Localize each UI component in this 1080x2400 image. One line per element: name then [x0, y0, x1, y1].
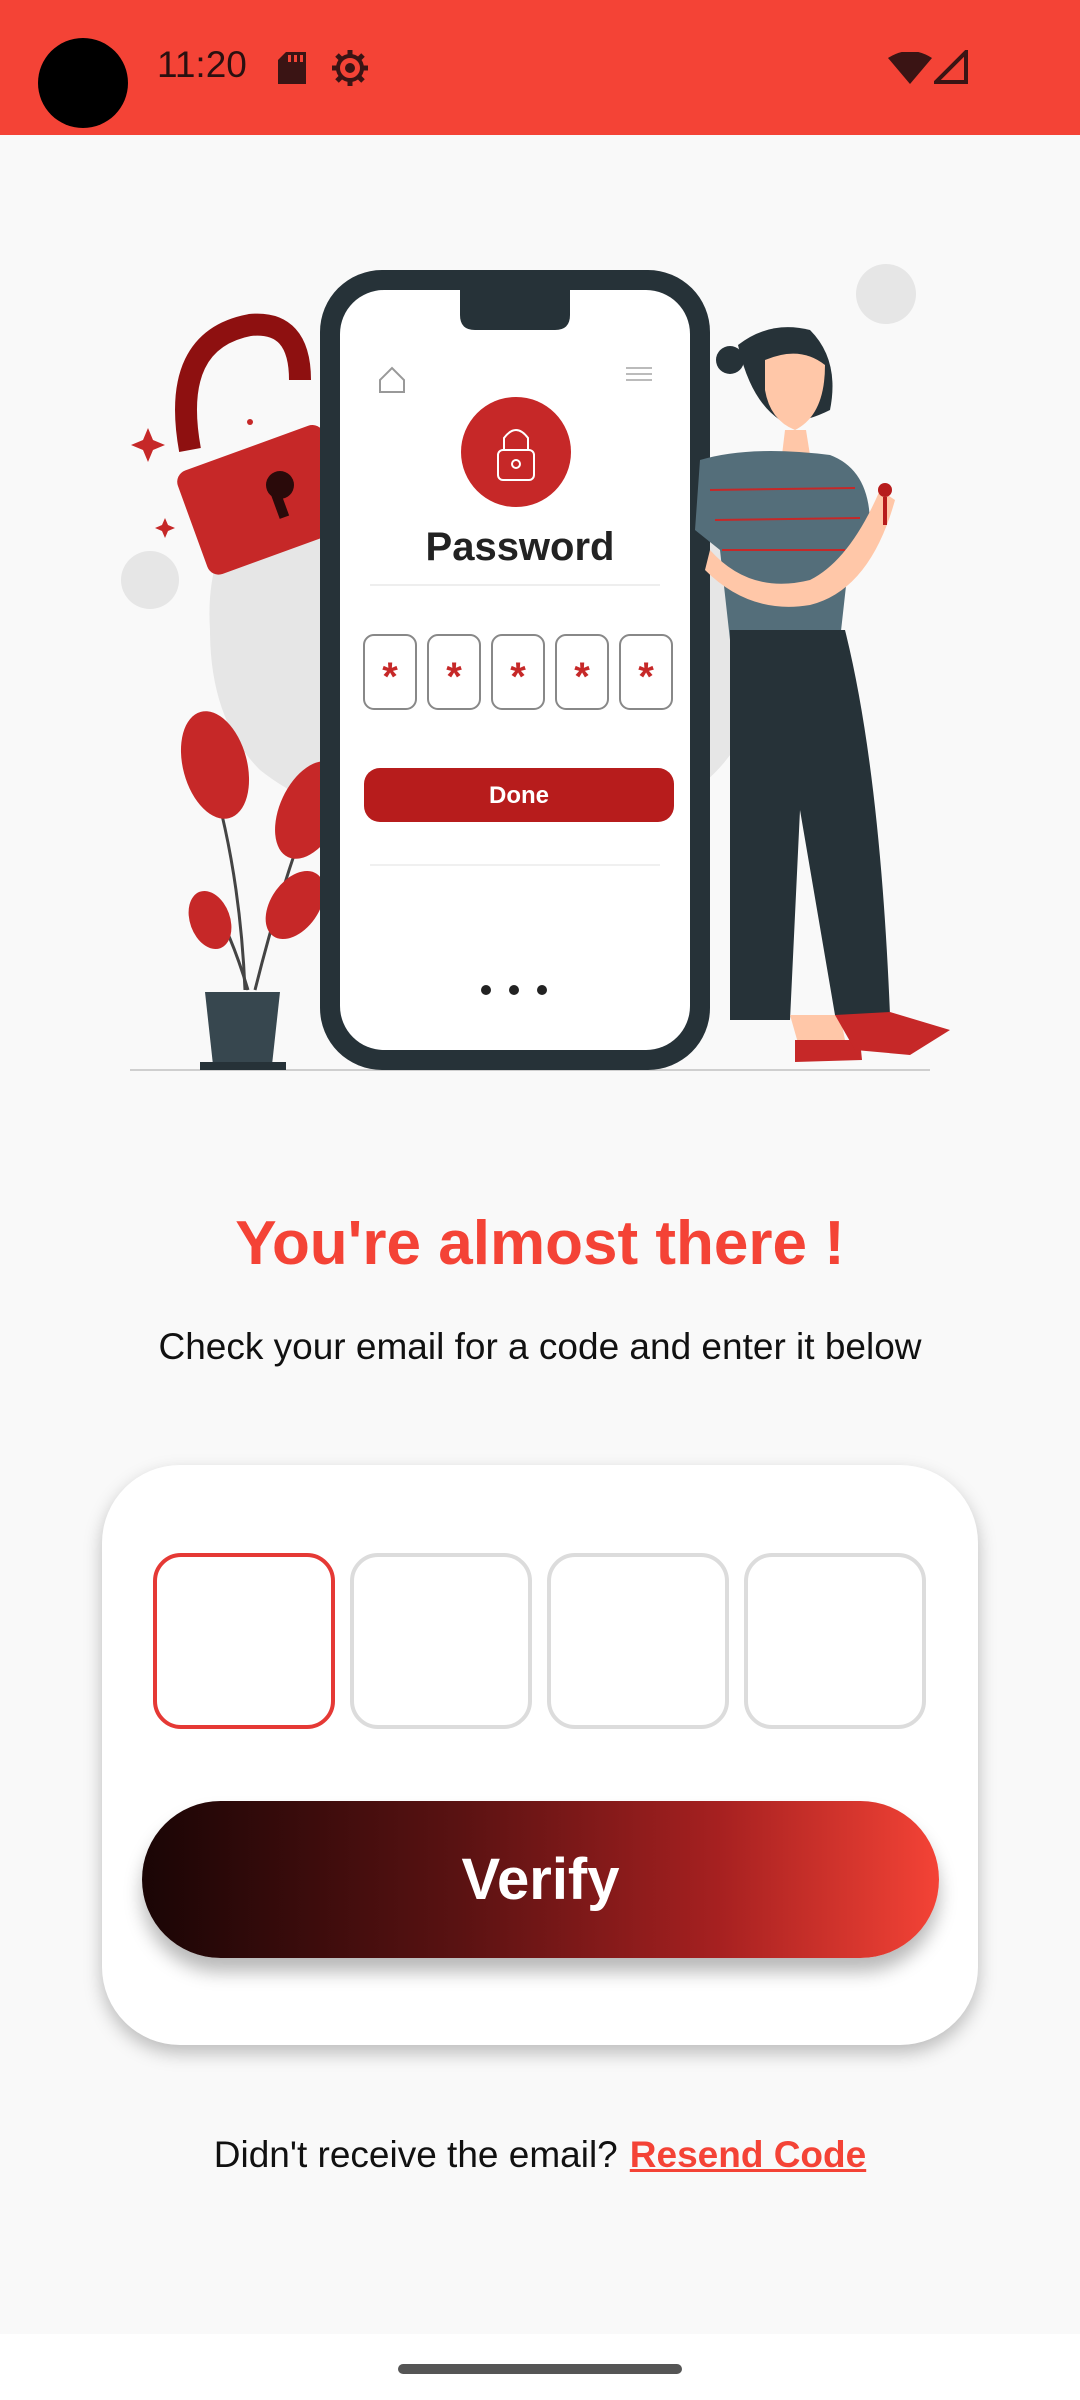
phone-mockup: Password * * * * * Done — [320, 270, 710, 1070]
svg-text:*: * — [510, 655, 526, 699]
illustration-password-title: Password — [426, 525, 615, 569]
code-input-1[interactable] — [153, 1553, 335, 1729]
resend-row: Didn't receive the email? Resend Code — [0, 2134, 1080, 2176]
page-subtitle: Check your email for a code and enter it… — [158, 1326, 922, 1367]
svg-text:*: * — [446, 655, 462, 699]
home-gesture-handle[interactable] — [398, 2364, 682, 2374]
illustration-done-label: Done — [489, 782, 549, 809]
code-input-4[interactable] — [744, 1553, 926, 1729]
verify-button[interactable]: Verify — [142, 1801, 939, 1958]
resend-code-link[interactable]: Resend Code — [630, 2134, 866, 2175]
svg-text:*: * — [382, 655, 398, 699]
status-bar: 11:20 — [0, 0, 1080, 135]
signal-icon — [934, 50, 968, 84]
code-input-2[interactable] — [350, 1553, 532, 1729]
woman-figure — [695, 327, 950, 1062]
navigation-bar — [0, 2334, 1080, 2400]
verification-card: Verify — [102, 1465, 978, 2045]
wifi-icon — [888, 52, 932, 84]
status-time: 11:20 — [157, 44, 247, 85]
code-input-3[interactable] — [547, 1553, 729, 1729]
illustration-pin-boxes: * * * * * — [363, 634, 673, 710]
svg-text:*: * — [638, 655, 654, 699]
svg-text:*: * — [574, 655, 590, 699]
sd-card-icon — [278, 52, 306, 84]
page-headline: You're almost there ! — [235, 1209, 845, 1278]
camera-cutout — [38, 38, 128, 128]
password-illustration: Password * * * * * Done — [121, 264, 950, 1071]
resend-prompt: Didn't receive the email? — [213, 2134, 618, 2175]
gear-icon — [332, 50, 368, 86]
